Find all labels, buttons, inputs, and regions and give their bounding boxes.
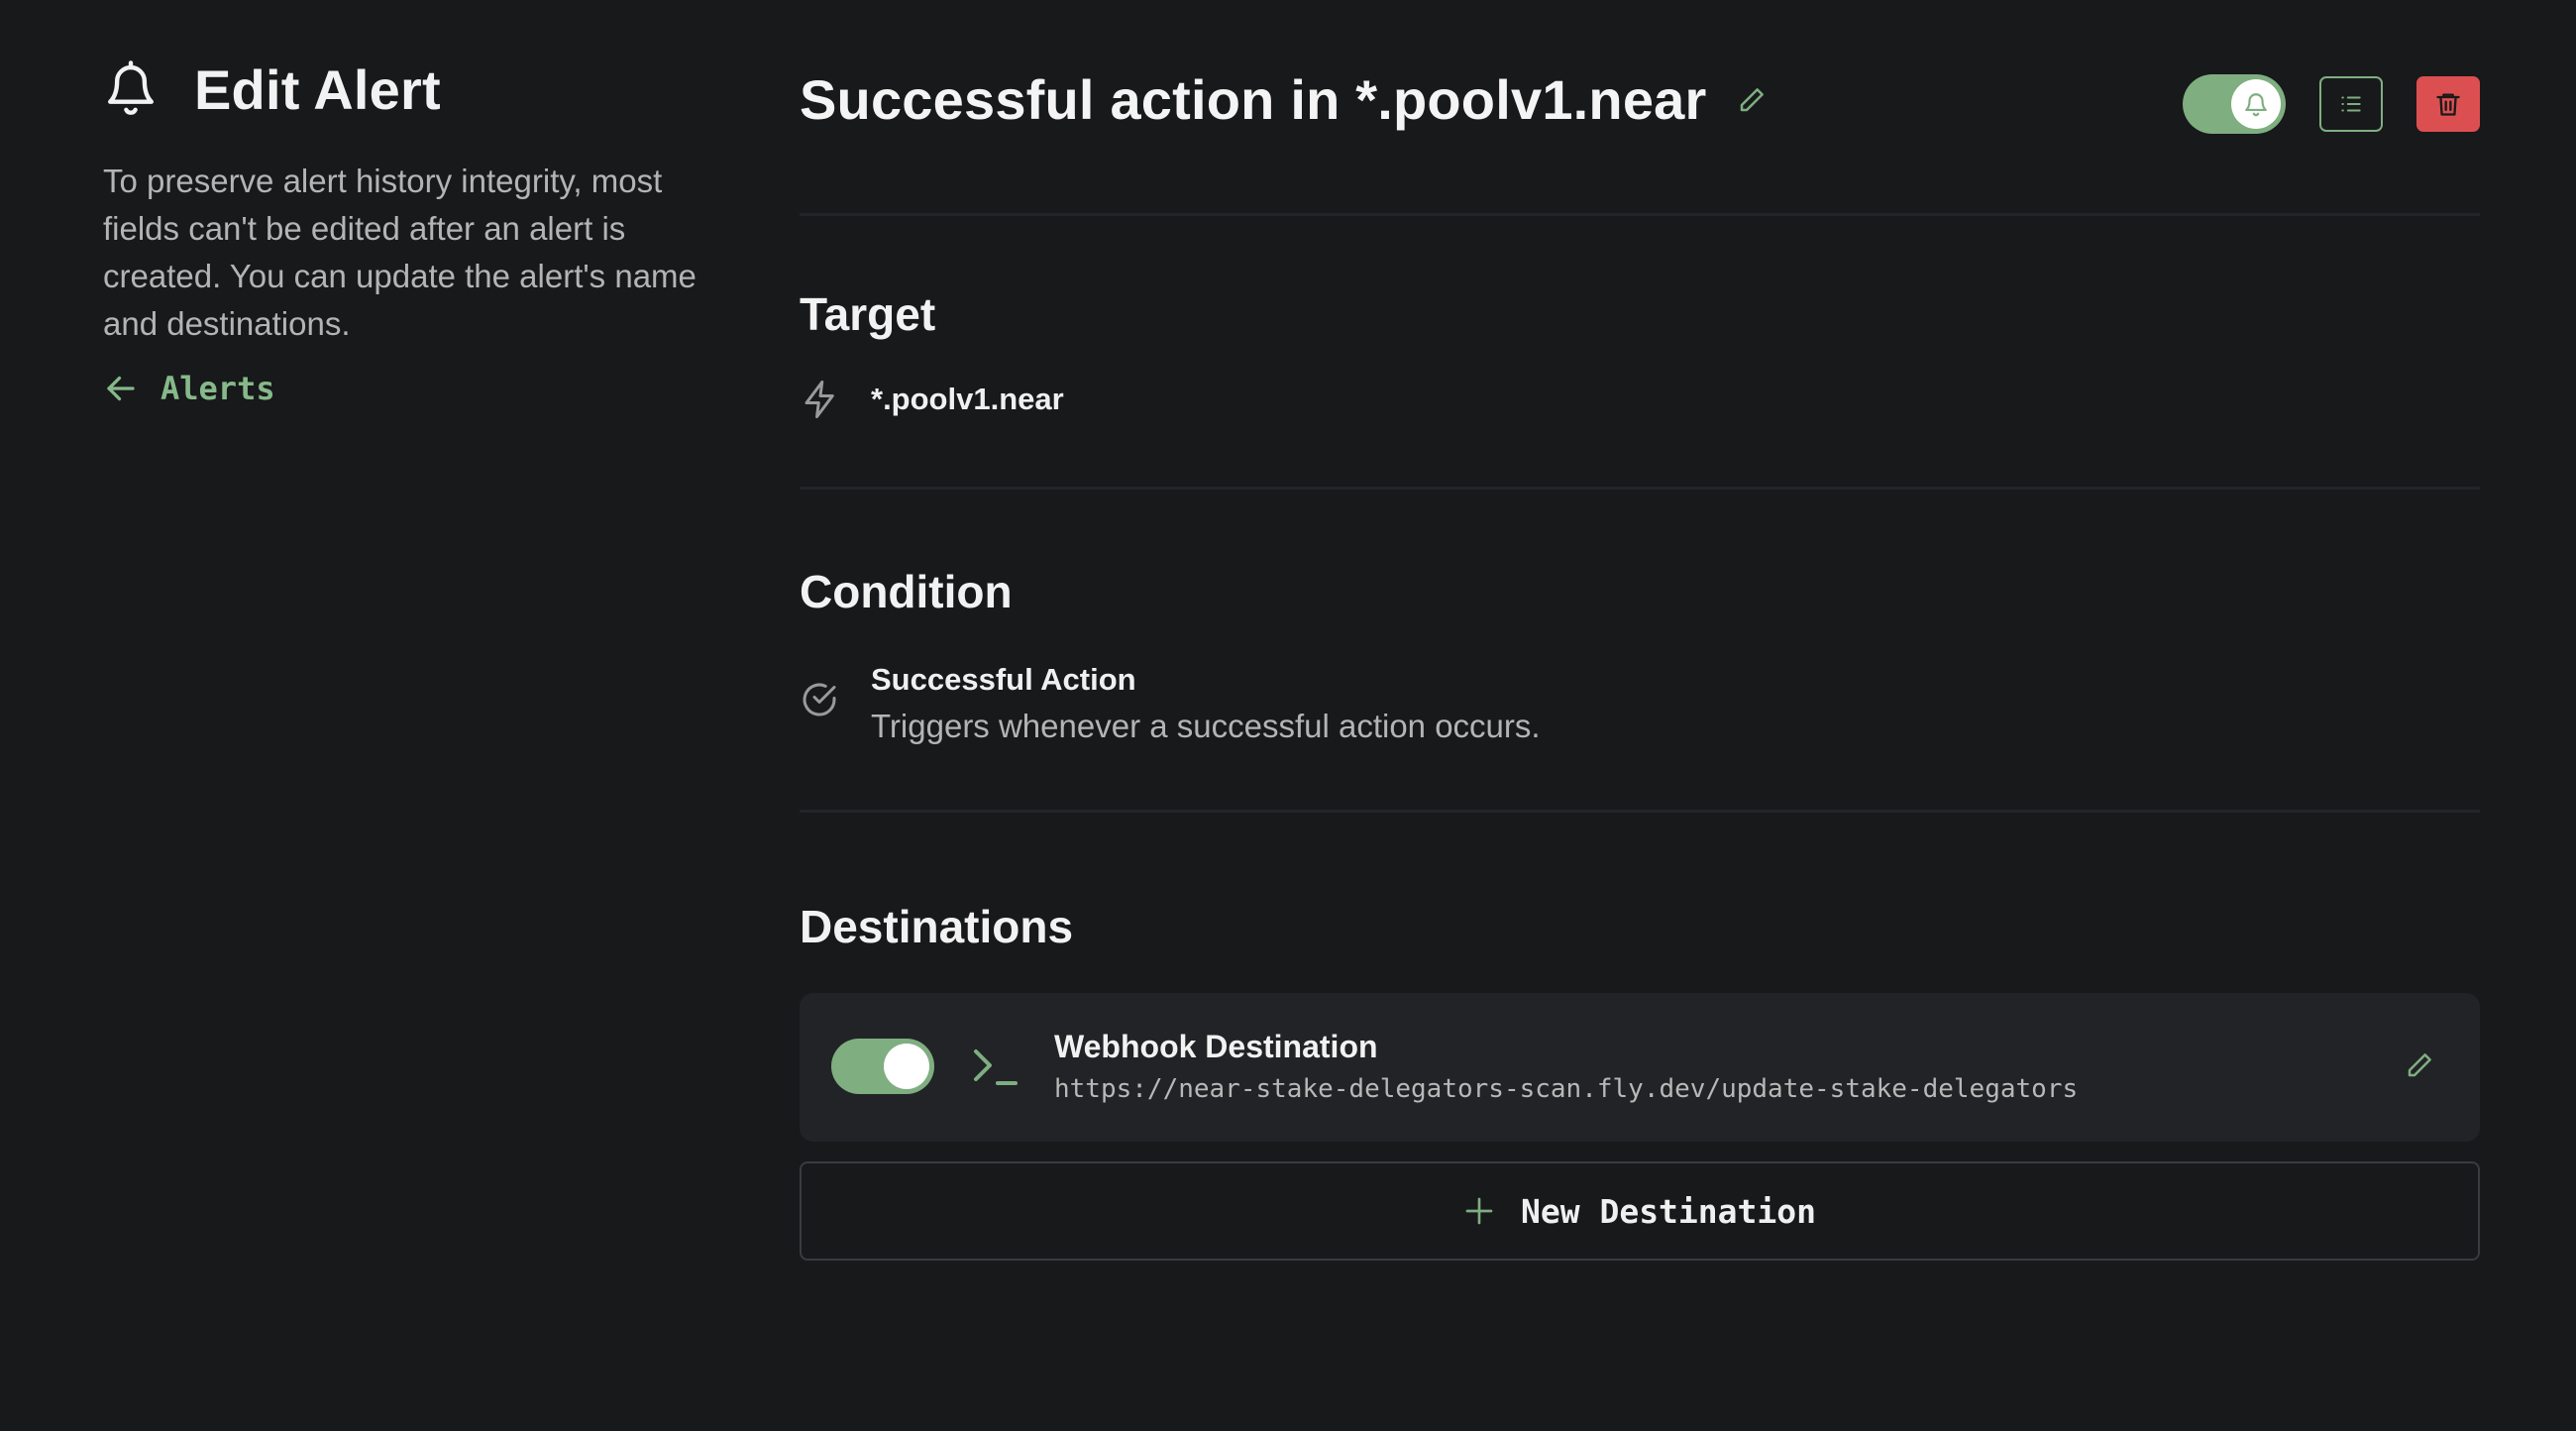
destination-text: Webhook Destination https://near-stake-d… xyxy=(1054,1025,2078,1104)
alert-history-button[interactable] xyxy=(2319,76,2383,132)
bell-icon xyxy=(103,59,159,119)
edit-alert-page: Edit Alert To preserve alert history int… xyxy=(0,0,2576,1431)
condition-text: Successful Action Triggers whenever a su… xyxy=(871,658,1541,751)
back-link-label: Alerts xyxy=(161,370,275,407)
main-content: Successful action in *.poolv1.near Targe… xyxy=(800,0,2480,1261)
back-to-alerts-link[interactable]: Alerts xyxy=(103,370,737,407)
bell-icon xyxy=(2243,91,2269,117)
alert-name: Successful action in *.poolv1.near xyxy=(800,68,1707,131)
trash-icon xyxy=(2434,90,2462,118)
destination-name: Webhook Destination xyxy=(1054,1029,1378,1064)
toggle-knob xyxy=(2231,79,2281,129)
alert-header: Successful action in *.poolv1.near xyxy=(800,0,2480,216)
lightning-icon xyxy=(800,379,841,420)
target-section: Target *.poolv1.near xyxy=(800,216,2480,490)
condition-row: Successful Action Triggers whenever a su… xyxy=(800,658,2480,751)
target-row: *.poolv1.near xyxy=(800,379,2480,420)
destinations-section: Destinations Webhook Destination https:/… xyxy=(800,813,2480,1261)
target-title: Target xyxy=(800,288,936,340)
condition-label: Successful Action xyxy=(871,662,1136,697)
destination-enabled-toggle[interactable] xyxy=(831,1039,934,1094)
new-destination-button[interactable]: New Destination xyxy=(800,1161,2480,1261)
alert-enabled-toggle[interactable] xyxy=(2183,74,2286,134)
toggle-knob xyxy=(884,1044,929,1089)
arrow-left-icon xyxy=(103,371,139,406)
pencil-icon[interactable] xyxy=(1737,85,1767,115)
condition-description: Triggers whenever a successful action oc… xyxy=(871,708,1541,744)
sidebar: Edit Alert To preserve alert history int… xyxy=(103,55,737,408)
page-description: To preserve alert history integrity, mos… xyxy=(103,163,697,342)
list-icon xyxy=(2338,91,2364,117)
condition-section: Condition Successful Action Triggers whe… xyxy=(800,490,2480,813)
terminal-icon xyxy=(970,1043,1021,1092)
check-circle-icon xyxy=(800,680,839,719)
target-value: *.poolv1.near xyxy=(871,382,1064,416)
delete-alert-button[interactable] xyxy=(2416,76,2480,132)
destination-card: Webhook Destination https://near-stake-d… xyxy=(800,993,2480,1142)
destination-url: https://near-stake-delegators-scan.fly.d… xyxy=(1054,1074,2079,1104)
plus-icon xyxy=(1463,1195,1495,1227)
destinations-title: Destinations xyxy=(800,901,1074,952)
page-title: Edit Alert xyxy=(194,57,441,121)
alert-actions xyxy=(2183,74,2480,134)
pencil-icon[interactable] xyxy=(2405,1050,2434,1080)
alert-name-row: Successful action in *.poolv1.near xyxy=(800,67,1767,132)
sidebar-header: Edit Alert xyxy=(103,55,737,124)
new-destination-label: New Destination xyxy=(1520,1191,1816,1231)
condition-title: Condition xyxy=(800,566,1013,617)
